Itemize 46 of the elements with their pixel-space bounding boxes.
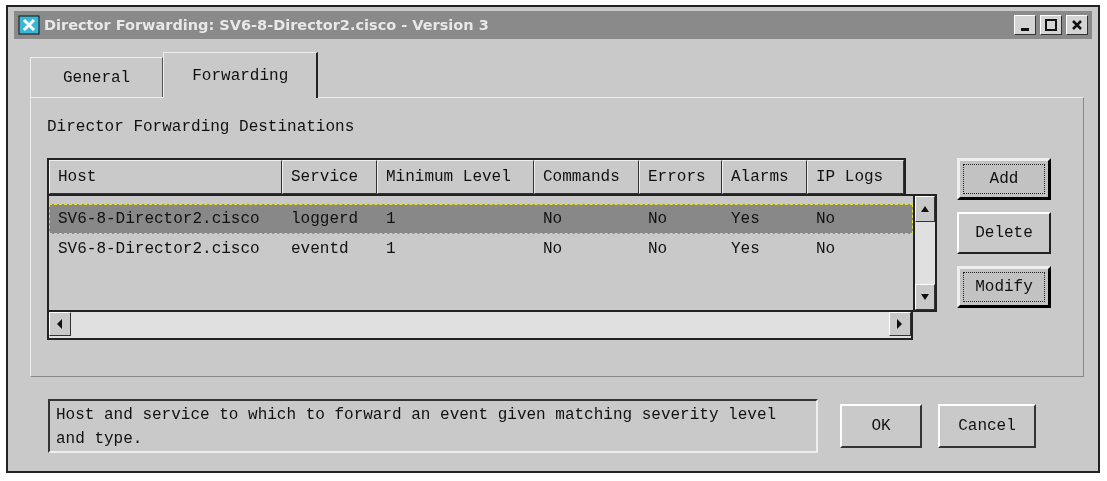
table-cell-text: loggerd bbox=[290, 210, 360, 228]
column-header[interactable]: IP Logs bbox=[807, 160, 904, 194]
maximize-icon bbox=[1045, 19, 1057, 31]
table-cell-text: SV6-8-Director2.cisco bbox=[57, 240, 261, 258]
column-header[interactable]: Host bbox=[49, 160, 282, 194]
column-header[interactable]: Service bbox=[282, 160, 377, 194]
app-icon bbox=[18, 15, 40, 35]
window-title: Director Forwarding: SV6-8-Director2.cisco - Version 3 bbox=[44, 17, 490, 33]
minimize-icon bbox=[1021, 27, 1029, 31]
table-row[interactable]: SV6-8-Director2.cisco loggerd 1 No No Yes No bbox=[49, 204, 913, 234]
table-row[interactable]: SV6-8-Director2.cisco eventd 1 No No Yes No bbox=[49, 234, 913, 264]
table-cell-text: SV6-8-Director2.cisco bbox=[57, 210, 261, 228]
action-button[interactable]: Add bbox=[957, 158, 1051, 200]
table-cell-text: 1 bbox=[385, 240, 397, 258]
table-cell-text: Yes bbox=[730, 210, 761, 228]
table-cell-text: 1 bbox=[385, 210, 397, 228]
column-header[interactable]: Errors bbox=[639, 160, 722, 194]
vertical-scrollbar[interactable] bbox=[913, 194, 937, 312]
dialog-button[interactable]: OK bbox=[840, 404, 922, 448]
close-button[interactable] bbox=[1066, 15, 1088, 35]
table-cell-text: No bbox=[815, 210, 837, 228]
column-header[interactable]: Commands bbox=[534, 160, 639, 194]
table-cell-text: Yes bbox=[730, 240, 761, 258]
table-cell-text: eventd bbox=[290, 240, 350, 258]
scroll-right-icon[interactable] bbox=[889, 312, 911, 336]
action-button[interactable]: Modify bbox=[957, 266, 1051, 308]
table-cell-text: No bbox=[542, 210, 564, 228]
table-cell-text: No bbox=[647, 210, 669, 228]
table-cell-text: No bbox=[647, 240, 669, 258]
action-button[interactable]: Delete bbox=[957, 212, 1051, 254]
close-icon bbox=[1071, 19, 1083, 31]
tab[interactable]: General bbox=[30, 57, 164, 97]
maximize-button[interactable] bbox=[1040, 15, 1062, 35]
section-label: Director Forwarding Destinations bbox=[47, 118, 356, 138]
description-text: Host and service to which to forward an event given matching severity level and type. bbox=[48, 399, 818, 453]
dialog-button[interactable]: Cancel bbox=[938, 404, 1036, 448]
column-header[interactable]: Minimum Level bbox=[377, 160, 534, 194]
column-header[interactable]: Alarms bbox=[722, 160, 807, 194]
table-cell-text: No bbox=[815, 240, 837, 258]
table-cell-text: No bbox=[542, 240, 564, 258]
scroll-down-icon[interactable] bbox=[915, 284, 935, 310]
horizontal-scrollbar[interactable] bbox=[47, 312, 913, 340]
scroll-left-icon[interactable] bbox=[49, 312, 71, 336]
scroll-up-icon[interactable] bbox=[915, 196, 935, 222]
tab[interactable]: Forwarding bbox=[163, 52, 319, 98]
minimize-button[interactable] bbox=[1014, 15, 1036, 35]
